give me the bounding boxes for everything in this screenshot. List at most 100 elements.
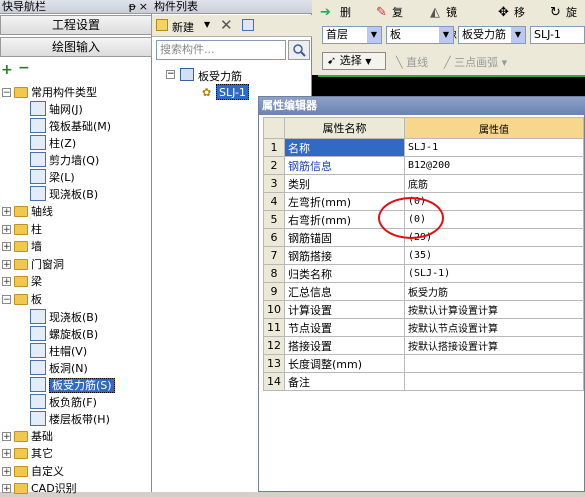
- component-slj1[interactable]: SLJ-1: [216, 84, 249, 100]
- tree-item[interactable]: 板受力筋(S): [30, 376, 115, 394]
- tree-label: 柱帽(V): [49, 344, 88, 358]
- folder-icon: [14, 465, 28, 477]
- property-row[interactable]: 12 搭接设置 按默认搭接设置计算: [263, 336, 584, 355]
- tree-folder[interactable]: + 门窗洞: [0, 256, 64, 273]
- expand-toggle-icon[interactable]: +: [2, 449, 11, 459]
- tree-item[interactable]: 现浇板(B): [30, 186, 98, 203]
- component-list-title: 构件列表: [152, 0, 312, 14]
- category-select[interactable]: 板 ▼: [386, 26, 454, 44]
- tree-folder[interactable]: + CAD识别: [0, 480, 77, 497]
- tree-item[interactable]: 楼层板带(H): [30, 410, 110, 428]
- expand-toggle-icon[interactable]: +: [2, 259, 11, 269]
- tree-label: 剪力墙(Q): [49, 154, 100, 167]
- property-value[interactable]: 按默认计算设置计算: [404, 300, 584, 319]
- property-row[interactable]: 10 计算设置 按默认计算设置计算: [263, 300, 584, 319]
- property-value[interactable]: 按默认搭接设置计算: [404, 336, 584, 355]
- select-tool[interactable]: ➹ 选择 ▼: [322, 52, 386, 70]
- type-select[interactable]: 板受力筋 ▼: [458, 26, 526, 44]
- tree-folder[interactable]: − 板: [0, 291, 42, 308]
- expand-toggle-icon[interactable]: +: [2, 484, 11, 494]
- new-button[interactable]: 新建: [172, 19, 194, 35]
- tree-item[interactable]: 柱(Z): [30, 135, 76, 152]
- tree-item[interactable]: 筏板基础(M): [30, 118, 111, 135]
- tree-label: 柱: [31, 222, 42, 236]
- expand-all-icon[interactable]: +: [1, 62, 13, 78]
- floor-select[interactable]: 首层 ▼: [322, 26, 382, 44]
- new-dropdown-icon[interactable]: ▼: [204, 20, 210, 29]
- search-button[interactable]: [288, 40, 310, 60]
- tree-folder[interactable]: + 其它: [0, 445, 53, 462]
- delete-icon[interactable]: ✕: [220, 16, 233, 34]
- tree-item[interactable]: 板洞(N): [30, 359, 88, 377]
- drawing-input-button[interactable]: 绘图输入: [0, 37, 152, 57]
- property-value[interactable]: SLJ-1: [404, 138, 584, 157]
- tree-label: 现浇板(B): [49, 310, 99, 324]
- expand-toggle-icon[interactable]: +: [2, 431, 11, 441]
- tree-item[interactable]: 螺旋板(B): [30, 325, 98, 343]
- folder-icon: [14, 87, 28, 98]
- property-row[interactable]: 8 归类名称 (SLJ-1): [263, 264, 584, 283]
- line-tool[interactable]: ╲ 直线: [396, 54, 428, 70]
- property-value[interactable]: 按默认节点设置计算: [404, 318, 584, 337]
- component-type-icon: [30, 410, 46, 426]
- collapse-all-icon[interactable]: −: [18, 60, 30, 76]
- property-row[interactable]: 11 节点设置 按默认节点设置计算: [263, 318, 584, 337]
- collapse-toggle-icon[interactable]: −: [2, 295, 11, 305]
- tree-item[interactable]: 现浇板(B): [30, 308, 99, 326]
- tree-label: 板: [31, 293, 42, 306]
- project-settings-button[interactable]: 工程设置: [0, 15, 152, 35]
- property-name: 归类名称: [284, 264, 405, 283]
- property-row[interactable]: 14 备注: [263, 372, 584, 391]
- property-editor-title: 属性编辑器: [259, 97, 585, 115]
- new-icon: [156, 19, 168, 31]
- property-row[interactable]: 2 钢筋信息 B12@200: [263, 156, 584, 175]
- tree-root-label[interactable]: 板受力筋: [198, 68, 242, 84]
- tree-item[interactable]: 剪力墙(Q): [30, 152, 99, 169]
- property-value[interactable]: [404, 354, 584, 373]
- tree-label: 墙: [31, 240, 42, 254]
- property-name: 备注: [284, 372, 405, 391]
- property-value[interactable]: [404, 372, 584, 391]
- tree-item[interactable]: 梁(L): [30, 169, 75, 186]
- property-value[interactable]: (SLJ-1): [404, 264, 584, 283]
- arc-tool[interactable]: ╱ 三点画弧 ▾: [444, 54, 507, 70]
- tree-collapse-toggle[interactable]: −: [166, 70, 175, 79]
- tree-label: 常用构件类型: [31, 86, 97, 99]
- tree-folder[interactable]: + 墙: [0, 238, 42, 255]
- tree-folder[interactable]: + 梁: [0, 273, 42, 290]
- property-row[interactable]: 7 钢筋搭接 (35): [263, 246, 584, 265]
- tree-folder[interactable]: + 基础: [0, 428, 53, 445]
- expand-toggle-icon[interactable]: +: [2, 242, 11, 252]
- expand-toggle-icon[interactable]: +: [2, 224, 11, 234]
- expand-toggle-icon[interactable]: +: [2, 277, 11, 287]
- expand-toggle-icon[interactable]: +: [2, 207, 11, 217]
- tree-folder[interactable]: − 常用构件类型: [0, 84, 97, 101]
- property-row[interactable]: 9 汇总信息 板受力筋: [263, 282, 584, 301]
- property-value[interactable]: (35): [404, 246, 584, 265]
- close-icon[interactable]: ×: [139, 0, 148, 14]
- expand-toggle-icon[interactable]: +: [2, 466, 11, 476]
- tree-folder[interactable]: + 自定义: [0, 463, 64, 480]
- copy-icon[interactable]: [242, 19, 254, 31]
- component-select[interactable]: SLJ-1: [530, 26, 585, 44]
- folder-icon: [14, 448, 28, 460]
- property-value[interactable]: B12@200: [404, 156, 584, 175]
- gear-icon: ✿: [202, 86, 212, 99]
- tree-folder[interactable]: + 柱: [0, 221, 42, 238]
- tree-item[interactable]: 轴网(J): [30, 101, 83, 118]
- search-input[interactable]: 搜索构件...: [156, 40, 286, 60]
- pin-icon[interactable]: ᵽ: [129, 0, 136, 14]
- folder-icon: [14, 241, 28, 253]
- row-number: 7: [263, 246, 285, 265]
- property-row[interactable]: 1 名称 SLJ-1: [263, 138, 584, 157]
- property-value[interactable]: 底筋: [404, 174, 584, 193]
- tree-item[interactable]: 板负筋(F): [30, 393, 97, 411]
- property-row[interactable]: 13 长度调整(mm): [263, 354, 584, 373]
- tree-folder[interactable]: + 轴线: [0, 203, 53, 220]
- component-type-icon: [30, 308, 46, 324]
- collapse-toggle-icon[interactable]: −: [2, 88, 11, 98]
- property-row[interactable]: 3 类别 底筋: [263, 174, 584, 193]
- property-value[interactable]: 板受力筋: [404, 282, 584, 301]
- tree-item[interactable]: 柱帽(V): [30, 342, 88, 360]
- component-type-icon: [30, 359, 46, 375]
